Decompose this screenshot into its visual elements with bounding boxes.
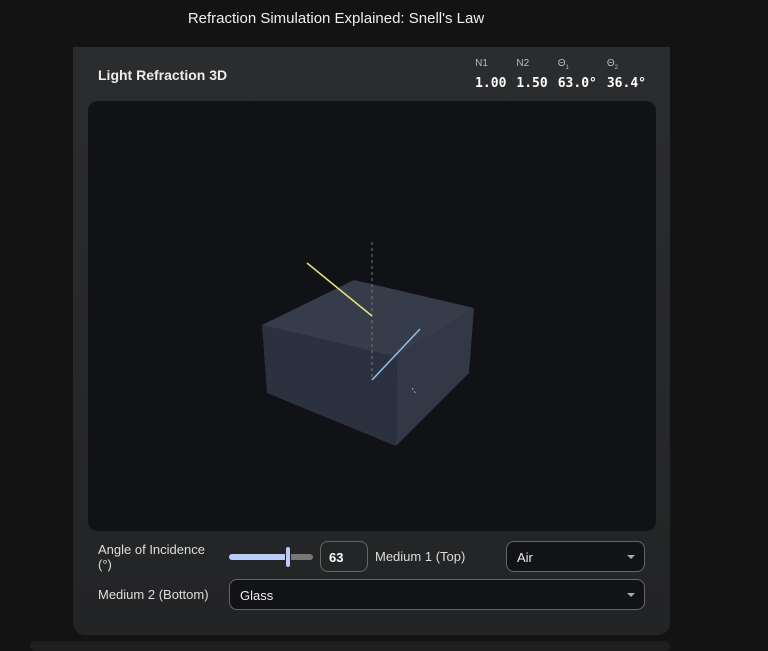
angle-row: Angle of Incidence (°) 63 Medium 1 (Top)… <box>98 541 645 572</box>
angle-slider[interactable] <box>229 545 313 568</box>
page-title: Refraction Simulation Explained: Snell's… <box>187 10 485 27</box>
medium1-label: Medium 1 (Top) <box>375 549 466 564</box>
simulation-card: Light Refraction 3D N1 1.00 N2 1.50 Θ1 63.0… <box>73 47 670 635</box>
stat-n1: N1 1.00 <box>475 58 507 91</box>
stats-readout: N1 1.00 N2 1.50 Θ1 63.0° Θ2 36.4° <box>475 58 646 91</box>
angle-label: Angle of Incidence (°) <box>98 541 205 572</box>
chevron-down-icon <box>627 593 635 597</box>
slider-thumb[interactable] <box>284 545 291 568</box>
medium1-select[interactable]: Air <box>506 541 645 572</box>
3d-viewport[interactable] <box>88 101 656 531</box>
medium2-row: Medium 2 (Bottom) Glass <box>98 579 645 610</box>
next-panel-edge <box>30 641 670 651</box>
chevron-down-icon <box>627 555 635 559</box>
stat-n2: N2 1.50 <box>516 58 548 91</box>
medium2-select[interactable]: Glass <box>229 579 645 610</box>
card-title: Light Refraction 3D <box>98 67 228 83</box>
stat-theta2: Θ2 36.4° <box>606 58 646 91</box>
stat-theta1: Θ1 63.0° <box>557 58 597 91</box>
angle-input[interactable]: 63 <box>320 541 368 572</box>
medium2-label: Medium 2 (Bottom) <box>98 587 209 602</box>
